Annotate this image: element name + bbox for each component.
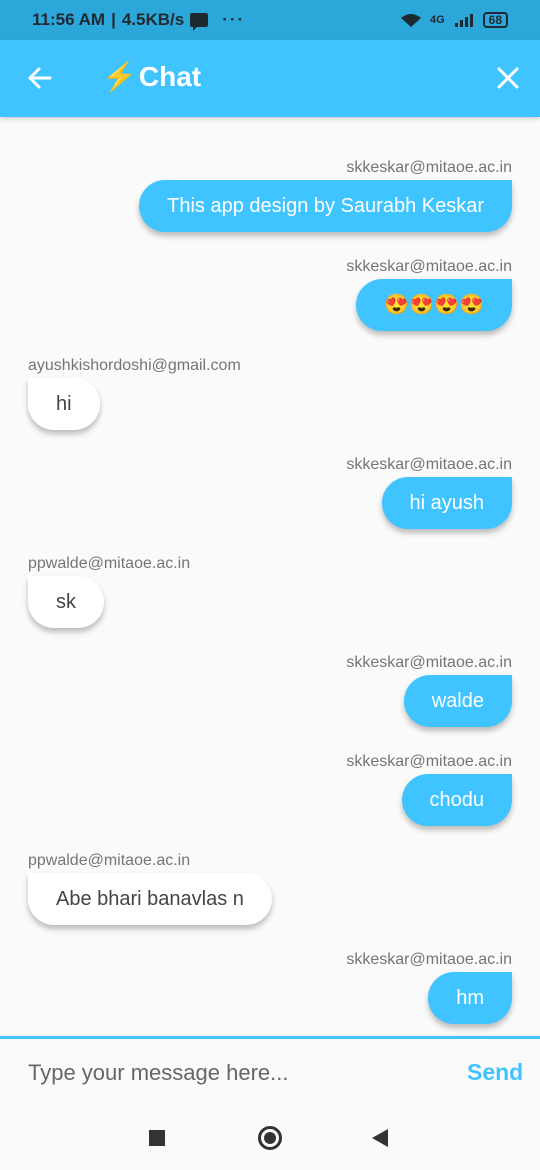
message-list[interactable]: skkeskar@mitaoe.ac.in This app design by…	[0, 117, 540, 1037]
more-notifications-icon: ···	[222, 10, 246, 29]
message-bubble[interactable]: Abe bhari banavlas n	[28, 873, 272, 925]
battery-icon: 68	[482, 12, 508, 28]
message-sender: ppwalde@mitaoe.ac.in	[28, 852, 191, 869]
message-notification-icon	[190, 13, 209, 31]
status-speed: 4.5KB/s	[121, 10, 185, 29]
message-row: skkeskar@mitaoe.ac.in chodu	[0, 752, 540, 826]
app-bar: ⚡ Chat	[0, 40, 540, 117]
message-sender: skkeskar@mitaoe.ac.in	[346, 753, 512, 770]
message-row: skkeskar@mitaoe.ac.in This app design by…	[0, 158, 540, 232]
message-sender: ppwalde@mitaoe.ac.in	[28, 555, 191, 572]
home-icon[interactable]	[258, 1126, 282, 1150]
message-composer: Send	[0, 1036, 540, 1106]
signal-icon	[454, 14, 473, 27]
close-icon[interactable]	[494, 64, 522, 92]
back-triangle-icon[interactable]	[372, 1129, 388, 1147]
message-bubble[interactable]: hm	[428, 972, 512, 1024]
wifi-icon	[400, 14, 421, 27]
message-bubble[interactable]: hi	[28, 378, 100, 430]
message-sender: skkeskar@mitaoe.ac.in	[346, 258, 512, 275]
message-sender: skkeskar@mitaoe.ac.in	[346, 654, 512, 671]
status-bar: 11:56 AM | 4.5KB/s ··· 4G 68	[0, 0, 540, 40]
send-button[interactable]: Send	[467, 1059, 523, 1086]
recent-apps-icon[interactable]	[149, 1130, 165, 1146]
arrow-left-icon[interactable]	[26, 64, 54, 92]
message-bubble[interactable]: sk	[28, 576, 104, 628]
system-nav-bar	[0, 1106, 540, 1170]
message-bubble[interactable]: hi ayush	[381, 477, 512, 529]
message-row: ayushkishordoshi@gmail.com hi	[0, 356, 540, 430]
status-time: 11:56 AM	[32, 10, 106, 29]
message-row: skkeskar@mitaoe.ac.in hi ayush	[0, 455, 540, 529]
message-sender: skkeskar@mitaoe.ac.in	[346, 456, 512, 473]
message-bubble[interactable]: This app design by Saurabh Keskar	[139, 180, 512, 232]
message-sender: skkeskar@mitaoe.ac.in	[346, 951, 512, 968]
message-row: ppwalde@mitaoe.ac.in sk	[0, 554, 540, 628]
message-row: skkeskar@mitaoe.ac.in 😍😍😍😍	[0, 257, 540, 331]
message-row: skkeskar@mitaoe.ac.in hm	[0, 950, 540, 1024]
message-sender: skkeskar@mitaoe.ac.in	[346, 159, 512, 176]
message-row: ppwalde@mitaoe.ac.in Abe bhari banavlas …	[0, 851, 540, 925]
page-title-text: Chat	[138, 60, 202, 92]
lightning-icon: ⚡	[102, 61, 137, 92]
message-bubble[interactable]: chodu	[401, 774, 512, 826]
network-type: 4G	[429, 14, 445, 26]
page-title: ⚡ Chat	[102, 60, 201, 93]
message-row: skkeskar@mitaoe.ac.in walde	[0, 653, 540, 727]
message-input[interactable]	[28, 1059, 438, 1086]
message-bubble[interactable]: walde	[403, 675, 512, 727]
message-sender: ayushkishordoshi@gmail.com	[28, 357, 241, 374]
message-bubble[interactable]: 😍😍😍😍	[356, 279, 512, 331]
